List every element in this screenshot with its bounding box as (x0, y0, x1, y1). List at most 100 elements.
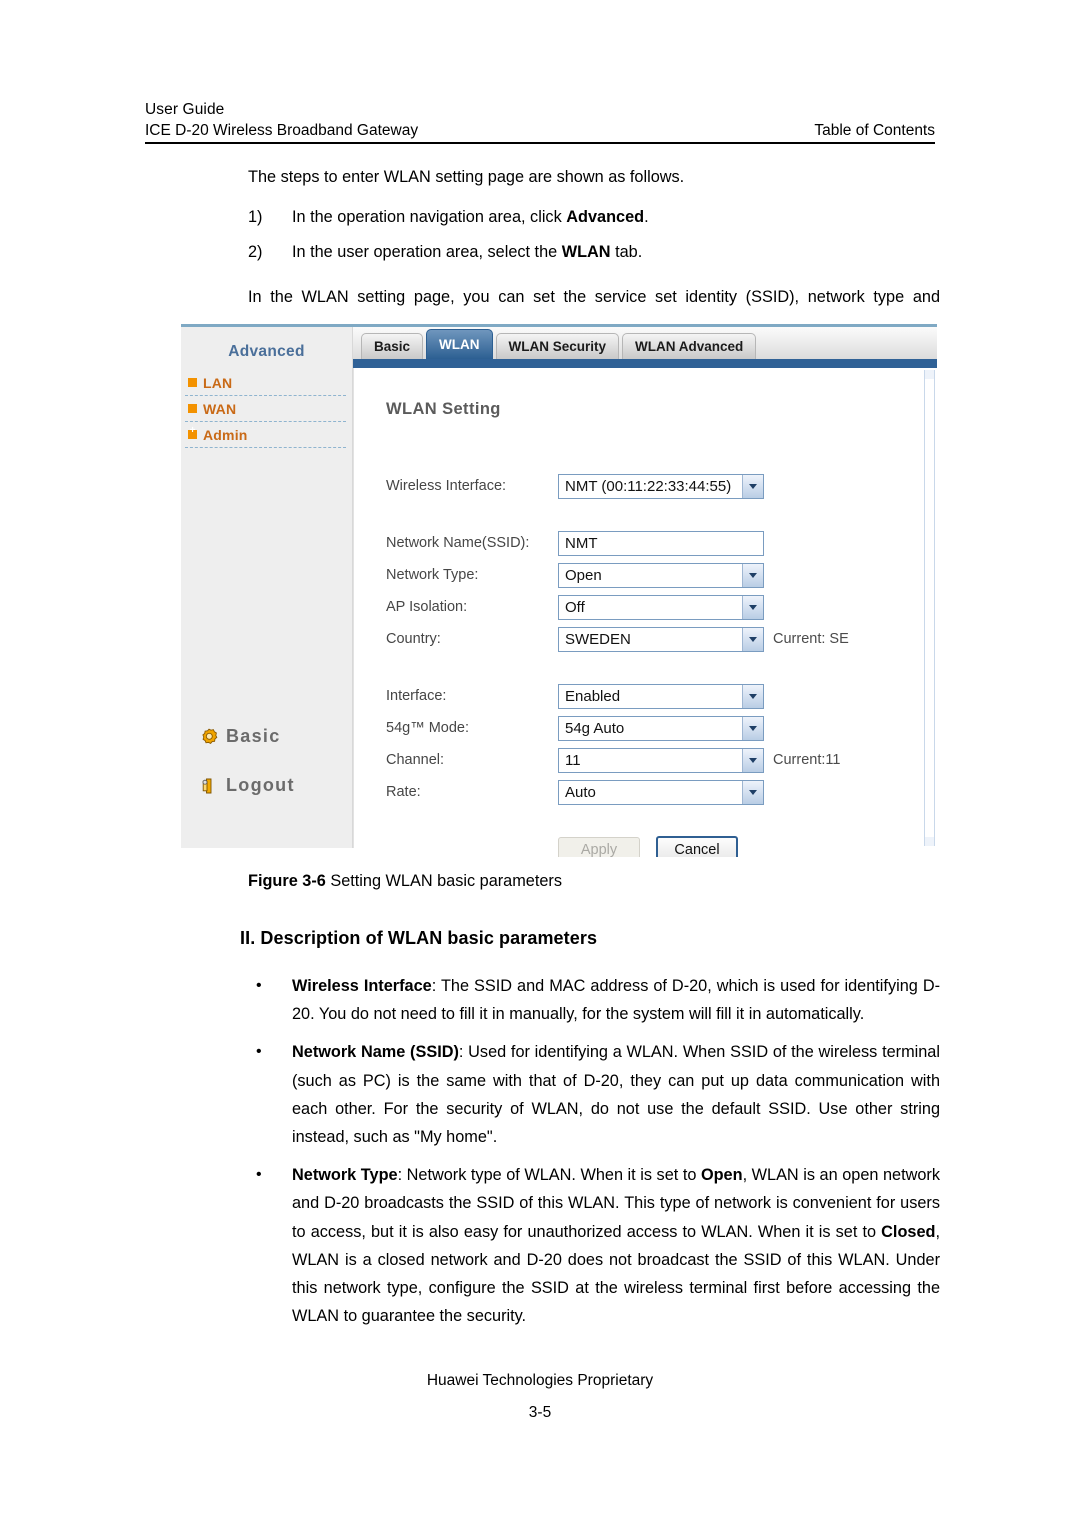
wlan-settings-panel: WLAN Setting Wireless Interface: NMT (00… (353, 368, 937, 857)
tab-wlan[interactable]: WLAN (426, 329, 493, 359)
figure-wlan-setting-screenshot: Advanced LAN WAN Admin (181, 324, 937, 857)
label-network-name: Network Name(SSID): (386, 535, 530, 551)
sidebar-bottom-actions: Basic Logout (199, 726, 349, 824)
step-text-post-2: tab. (610, 243, 643, 261)
panel-title: WLAN Setting (386, 400, 501, 418)
select-interface-value: Enabled (558, 683, 764, 709)
input-network-name-value: NMT (558, 530, 764, 556)
step-text-bold-2: WLAN (561, 243, 611, 261)
logout-gear-icon (199, 776, 219, 796)
tab-underbar (353, 359, 937, 368)
label-country: Country: (386, 631, 441, 647)
section-heading: II. Description of WLAN basic parameters (240, 928, 598, 948)
plus-expand-icon (188, 426, 197, 439)
bullet-network-type: Network Type: Network type of WLAN. When… (248, 1161, 940, 1330)
form-button-row: Apply Cancel (558, 836, 738, 857)
chevron-down-icon (742, 563, 763, 587)
sidebar-action-basic[interactable]: Basic (199, 726, 349, 747)
select-channel[interactable]: 11 (558, 747, 764, 773)
label-channel: Channel: (386, 752, 445, 768)
field-row-ap-isolation: AP Isolation: Off (386, 591, 906, 623)
chevron-down-icon (742, 627, 763, 651)
label-rate: Rate: (386, 784, 421, 800)
select-country-value: SWEDEN (558, 626, 764, 652)
ui-sidebar: Advanced LAN WAN Admin (181, 327, 353, 848)
select-channel-value: 11 (558, 747, 764, 773)
sidebar-item-lan-label: LAN (203, 374, 233, 391)
step-item-1: 1) In the operation navigation area, clic… (248, 200, 940, 235)
select-wireless-interface-value: NMT (00:11:22:33:44:55) (558, 473, 764, 499)
sidebar-action-logout-label: Logout (226, 775, 295, 795)
select-wireless-interface[interactable]: NMT (00:11:22:33:44:55) (558, 473, 764, 499)
square-bullet-icon (188, 404, 197, 413)
square-bullet-icon (188, 378, 197, 387)
apply-button[interactable]: Apply (558, 837, 640, 857)
label-wireless-interface: Wireless Interface: (386, 478, 507, 494)
intro-sentence: The steps to enter WLAN setting page are… (248, 168, 685, 186)
step-text-bold-1: Advanced (566, 208, 645, 226)
field-row-country: Country: SWEDEN Current: SE (386, 623, 906, 655)
chevron-down-icon (742, 716, 763, 740)
sidebar-action-logout[interactable]: Logout (199, 775, 349, 796)
figure-caption-text: Setting WLAN basic parameters (325, 872, 562, 890)
chevron-down-icon (742, 474, 763, 498)
sidebar-item-wan[interactable]: WAN (185, 396, 346, 422)
sidebar-item-admin[interactable]: Admin (185, 422, 346, 448)
select-rate-value: Auto (558, 779, 764, 805)
step-item-2: 2) In the user operation area, select the… (248, 235, 940, 270)
panel-scrollbar[interactable] (924, 370, 935, 846)
field-row-interface: Interface: Enabled (386, 680, 906, 712)
parameter-description-list: Wireless Interface: The SSID and MAC add… (248, 972, 940, 1340)
select-54g-mode[interactable]: 54g Auto (558, 715, 764, 741)
steps-list: 1) In the operation navigation area, clic… (248, 200, 940, 270)
page-header: User Guide ICE D-20 Wireless Broadband G… (145, 100, 935, 144)
ui-main-pane: Basic WLAN WLAN Security WLAN Advanced W… (353, 327, 937, 857)
field-row-channel: Channel: 11 Current:11 (386, 744, 906, 776)
header-product-title: ICE D-20 Wireless Broadband Gateway (145, 122, 419, 139)
chevron-down-icon (742, 595, 763, 619)
cancel-button[interactable]: Cancel (656, 836, 738, 857)
step-text-pre-1: In the operation navigation area, click (292, 208, 567, 226)
wlan-settings-form: Wireless Interface: NMT (00:11:22:33:44:… (386, 470, 906, 808)
field-row-wireless-interface: Wireless Interface: NMT (00:11:22:33:44:… (386, 470, 906, 502)
sidebar-item-admin-label: Admin (203, 426, 248, 443)
gear-icon (199, 727, 219, 747)
tab-basic[interactable]: Basic (361, 333, 424, 359)
country-current-value: Current: SE (773, 631, 849, 647)
figure-caption-number: Figure 3-6 (248, 872, 326, 890)
sidebar-item-lan[interactable]: LAN (185, 370, 346, 396)
select-country[interactable]: SWEDEN (558, 626, 764, 652)
figure-caption: Figure 3-6 Setting WLAN basic parameters (248, 872, 562, 891)
sidebar-item-wan-label: WAN (203, 400, 237, 417)
select-interface[interactable]: Enabled (558, 683, 764, 709)
input-network-name[interactable]: NMT (558, 530, 764, 556)
footer-page-number: 3-5 (528, 1404, 552, 1421)
step-text-post-1: . (644, 208, 649, 226)
select-ap-isolation[interactable]: Off (558, 594, 764, 620)
chevron-down-icon (742, 780, 763, 804)
tab-wlan-security[interactable]: WLAN Security (495, 333, 620, 359)
bullet-term-network-type: Network Type (292, 1166, 398, 1185)
label-ap-isolation: AP Isolation: (386, 599, 468, 615)
footer-proprietary: Huawei Technologies Proprietary (426, 1372, 654, 1389)
field-row-54g-mode: 54g™ Mode: 54g Auto (386, 712, 906, 744)
sidebar-action-basic-label: Basic (226, 726, 281, 746)
field-row-network-name: Network Name(SSID): NMT (386, 527, 906, 559)
step-number-1: 1) (248, 208, 263, 226)
select-ap-isolation-value: Off (558, 594, 764, 620)
bullet-term-wireless-interface: Wireless Interface (292, 977, 432, 995)
select-network-type[interactable]: Open (558, 562, 764, 588)
field-row-rate: Rate: Auto (386, 776, 906, 808)
bullet-text-network-type-1: : Network type of WLAN. When it is set t… (397, 1166, 701, 1185)
step-number-2: 2) (248, 243, 263, 261)
sidebar-title-advanced: Advanced (228, 343, 305, 360)
header-user-guide: User Guide (145, 101, 225, 118)
select-rate[interactable]: Auto (558, 779, 764, 805)
bullet-text-network-type-closed: Closed (881, 1222, 936, 1241)
tab-wlan-advanced[interactable]: WLAN Advanced (622, 333, 757, 359)
sidebar-links: LAN WAN Admin (181, 370, 352, 448)
tab-bar: Basic WLAN WLAN Security WLAN Advanced (353, 327, 937, 359)
chevron-down-icon (742, 684, 763, 708)
header-table-of-contents: Table of Contents (814, 122, 935, 139)
channel-current-value: Current:11 (773, 752, 841, 768)
